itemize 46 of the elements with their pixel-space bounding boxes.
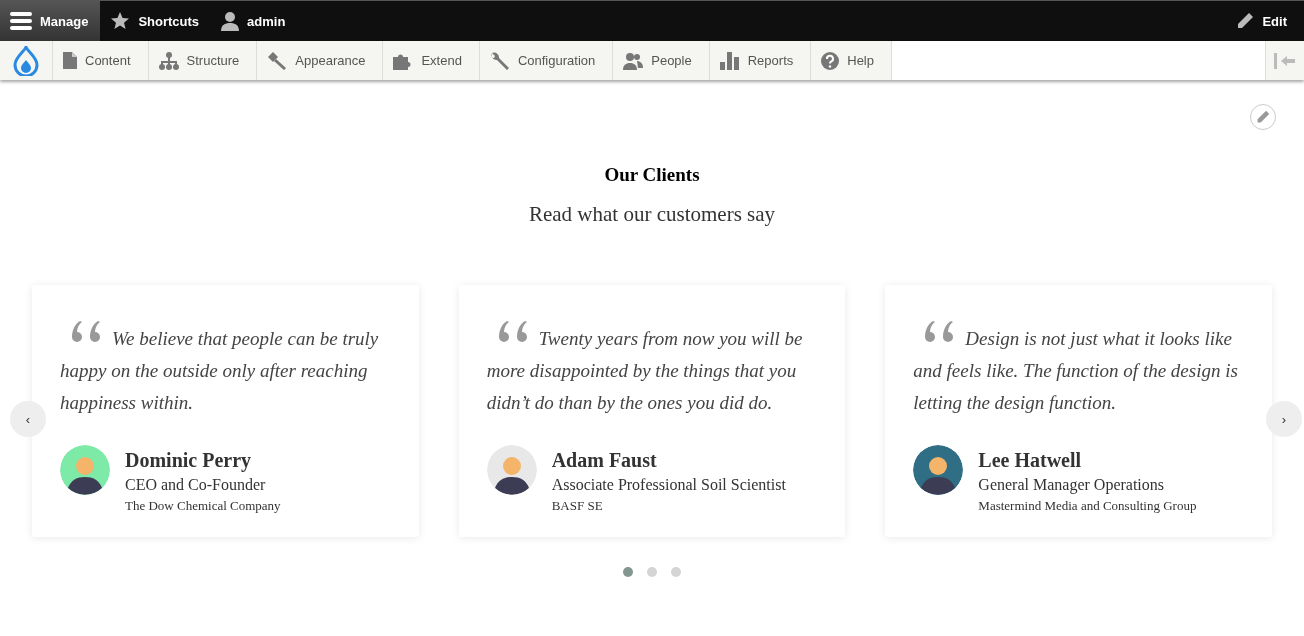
carousel-dot[interactable]: [671, 567, 681, 577]
client-name: Adam Faust: [551, 449, 658, 472]
collapse-icon: [1274, 52, 1296, 69]
document-icon: [63, 52, 77, 69]
admin-menu-item[interactable]: Configuration: [479, 41, 614, 80]
hierarchy-icon: [158, 51, 179, 70]
admin-menu-item[interactable]: Reports: [709, 41, 812, 80]
client-company: Mastermind Media and Consulting Group: [978, 498, 1197, 514]
previous-button[interactable]: ‹: [10, 401, 46, 437]
collapse-button[interactable]: [1265, 41, 1304, 80]
carousel-dot[interactable]: [623, 567, 633, 577]
client-role: General Manager Operations: [978, 476, 1166, 494]
bar-chart-icon: [719, 51, 740, 70]
section-subtitle: Read what our customers say: [527, 202, 777, 227]
section-title: Our Clients: [603, 164, 701, 186]
client-name: Dominic Perry: [125, 449, 253, 472]
toolbar-tab[interactable]: admin: [211, 1, 298, 41]
carousel-dot[interactable]: [647, 567, 657, 577]
admin-menu-item[interactable]: People: [613, 41, 710, 80]
star-icon: [110, 11, 131, 31]
edit-pencil-button[interactable]: [1250, 104, 1276, 130]
client-name: Lee Hatwell: [978, 449, 1083, 472]
edit-button[interactable]: Edit: [1226, 1, 1304, 41]
admin-menu-item[interactable]: Help: [811, 41, 892, 80]
toolbar-tab[interactable]: Shortcuts: [100, 1, 212, 41]
pencil-icon: [1256, 110, 1270, 124]
client-company: The Dow Chemical Company: [125, 498, 281, 514]
help-icon: [821, 51, 840, 70]
client-role: CEO and Co-Founder: [125, 476, 267, 494]
admin-menu-item[interactable]: Content: [53, 41, 149, 80]
client-role: Associate Professional Soil Scientist: [551, 476, 786, 494]
menu-icon: [10, 11, 32, 31]
people-icon: [623, 51, 644, 70]
client-company: BASF SE: [551, 498, 604, 514]
admin-menu-item[interactable]: Structure: [148, 41, 258, 80]
admin-menu-item[interactable]: Extend: [383, 41, 480, 80]
hammer-icon: [267, 51, 288, 70]
testimonial-quote: Design is not just what it looks like and feels like. The function of the design is letting the design function.: [913, 321, 1244, 419]
drop-logo-icon[interactable]: [13, 45, 39, 76]
user-icon: [221, 11, 240, 31]
next-button[interactable]: ›: [1266, 401, 1302, 437]
pencil-icon: [1236, 12, 1255, 30]
admin-menu-item[interactable]: Appearance: [257, 41, 384, 80]
toolbar-tab[interactable]: Manage: [0, 1, 101, 41]
testimonial-quote: We believe that people can be truly happy on the outside only after reaching happiness within.: [60, 321, 391, 419]
testimonial-quote: Twenty years from now you will be more disappointed by the things that you didn’t do than by the ones you did do.: [486, 321, 818, 419]
